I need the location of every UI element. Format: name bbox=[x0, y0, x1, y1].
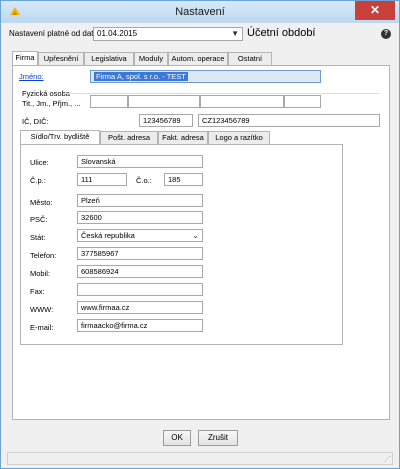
city-label: Město: bbox=[30, 198, 53, 207]
phone-label: Telefon: bbox=[30, 251, 57, 260]
dic-field[interactable]: CZ123456789 bbox=[198, 114, 380, 127]
street-label: Ulice: bbox=[30, 158, 49, 167]
co-value: 185 bbox=[168, 175, 181, 184]
tab-post-adresa[interactable]: Pošt. adresa bbox=[100, 131, 158, 144]
cp-label: Č.p.: bbox=[30, 176, 46, 185]
state-select[interactable]: Česká republika ⌄ bbox=[77, 229, 203, 242]
mobile-label: Mobil: bbox=[30, 269, 51, 278]
chevron-down-icon: ▼ bbox=[231, 29, 239, 38]
cp-field[interactable]: 111 bbox=[77, 173, 127, 186]
period-title: Účetní období bbox=[247, 27, 316, 39]
title-field[interactable] bbox=[90, 95, 128, 108]
email-field[interactable]: firmaacko@firma.cz bbox=[77, 319, 203, 332]
zip-value: 32600 bbox=[81, 213, 102, 222]
first-name-field[interactable] bbox=[128, 95, 200, 108]
cp-value: 111 bbox=[81, 175, 93, 184]
phone-field[interactable]: 377585967 bbox=[77, 247, 203, 260]
dic-value: CZ123456789 bbox=[202, 116, 250, 125]
co-field[interactable]: 185 bbox=[164, 173, 203, 186]
title-bar: Nastavení ✕ bbox=[1, 1, 399, 23]
zip-label: PSČ: bbox=[30, 215, 48, 224]
tab-autom-operace[interactable]: Autom. operace bbox=[168, 52, 228, 65]
city-value: Plzeň bbox=[81, 196, 100, 205]
phone-value: 377585967 bbox=[81, 249, 119, 258]
settings-window: Nastavení ✕ Nastavení platné od data: 01… bbox=[0, 0, 400, 469]
name-link[interactable]: Jméno: bbox=[19, 72, 44, 81]
valid-from-label: Nastavení platné od data: bbox=[9, 29, 101, 38]
www-value: www.firmaa.cz bbox=[81, 303, 130, 312]
company-name-field[interactable]: Firma A, spol. s r.o. - TEST bbox=[90, 70, 321, 83]
tab-logo-razitko[interactable]: Logo a razítko bbox=[208, 131, 270, 144]
www-label: WWW: bbox=[30, 305, 54, 314]
city-field[interactable]: Plzeň bbox=[77, 194, 203, 207]
close-button[interactable]: ✕ bbox=[355, 1, 395, 20]
tab-ostatni[interactable]: Ostatní bbox=[228, 52, 272, 65]
mobile-field[interactable]: 608586924 bbox=[77, 265, 203, 278]
email-label: E-mail: bbox=[30, 323, 54, 332]
chevron-down-icon: ⌄ bbox=[192, 231, 199, 240]
zip-field[interactable]: 32600 bbox=[77, 211, 203, 224]
status-bar: ⋰ bbox=[7, 452, 393, 465]
window-title: Nastavení bbox=[175, 6, 225, 18]
cancel-button[interactable]: Zrušit bbox=[198, 430, 238, 446]
fax-label: Fax: bbox=[30, 287, 45, 296]
person-fields-label: Tit., Jm., Přjm., ... bbox=[22, 99, 81, 108]
tab-fakt-adresa[interactable]: Fakt. adresa bbox=[158, 131, 208, 144]
valid-from-select[interactable]: 01.04.2015 ▼ bbox=[93, 27, 243, 41]
ic-value: 123456789 bbox=[143, 116, 181, 125]
help-icon[interactable]: ? bbox=[381, 29, 391, 39]
street-field[interactable]: Slovanská bbox=[77, 155, 203, 168]
tab-legislativa[interactable]: Legislativa bbox=[84, 52, 134, 65]
person-group-divider bbox=[63, 93, 379, 94]
tab-upresneni[interactable]: Upřesnění bbox=[38, 52, 84, 65]
valid-from-value: 01.04.2015 bbox=[97, 29, 138, 38]
company-name-value: Firma A, spol. s r.o. - TEST bbox=[94, 72, 188, 81]
state-value: Česká republika bbox=[81, 231, 135, 240]
state-label: Stát: bbox=[30, 233, 46, 242]
email-value: firmaacko@firma.cz bbox=[81, 321, 148, 330]
co-label: Č.o.: bbox=[136, 176, 152, 185]
mobile-value: 608586924 bbox=[81, 267, 119, 276]
street-value: Slovanská bbox=[81, 157, 116, 166]
suffix-field[interactable] bbox=[284, 95, 321, 108]
fax-field[interactable] bbox=[77, 283, 203, 296]
tab-moduly[interactable]: Moduly bbox=[134, 52, 168, 65]
tab-firma[interactable]: Firma bbox=[12, 51, 38, 65]
last-name-field[interactable] bbox=[200, 95, 284, 108]
www-field[interactable]: www.firmaa.cz bbox=[77, 301, 203, 314]
resize-grip-icon[interactable]: ⋰ bbox=[384, 455, 391, 463]
ic-dic-label: IČ, DIČ: bbox=[22, 117, 49, 126]
tab-sidlo[interactable]: Sídlo/Trv. bydliště bbox=[20, 130, 100, 144]
ic-field[interactable]: 123456789 bbox=[139, 114, 193, 127]
ok-button[interactable]: OK bbox=[163, 430, 191, 446]
